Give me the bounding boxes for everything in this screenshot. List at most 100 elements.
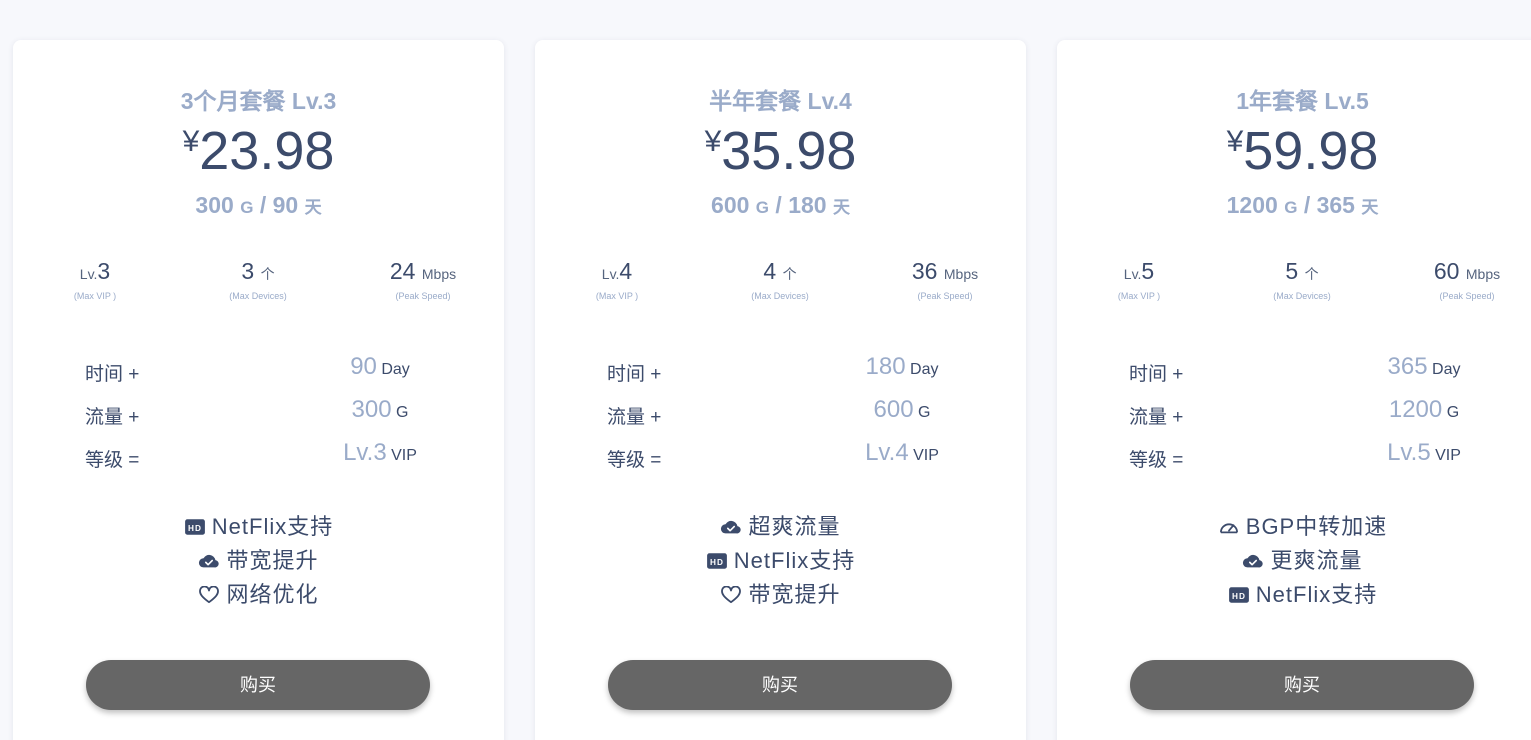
plan-title: 3个月套餐 Lv.3 xyxy=(180,88,337,114)
detail-unit: G xyxy=(1446,404,1460,421)
quota-days: 90 xyxy=(272,192,299,218)
detail-label: 时间 + xyxy=(1129,364,1184,385)
stat-caption: (Max Devices) xyxy=(229,291,287,301)
detail-row-level: 等级 = Lv.4 VIP xyxy=(607,439,967,482)
svg-text:HD: HD xyxy=(188,524,202,533)
quota-days-unit: 天 xyxy=(1361,198,1379,217)
plan-features: 超爽流量 HD NetFlix支持 带宽提升 xyxy=(535,510,1026,612)
stat-caption: (Peak Speed) xyxy=(917,291,973,301)
plan-details: 时间 + 90 Day 流量 + 300 G 等级 = Lv.3 VIP xyxy=(85,353,445,482)
feature-text: NetFlix支持 xyxy=(1255,582,1378,607)
stat-caption: (Max Devices) xyxy=(751,291,809,301)
feature-text: NetFlix支持 xyxy=(211,514,334,539)
currency-symbol: ¥ xyxy=(704,125,722,158)
quota-days: 365 xyxy=(1316,192,1355,218)
feature-item: BGP中转加速 xyxy=(1057,510,1531,544)
quota-days-unit: 天 xyxy=(304,198,322,217)
detail-label: 等级 = xyxy=(1129,450,1184,471)
plan-quota: 1200 G / 365 天 xyxy=(1057,192,1531,219)
stat-peak-speed: 36 Mbps (Peak Speed) xyxy=(875,258,1015,301)
plan-details: 时间 + 180 Day 流量 + 600 G 等级 = Lv.4 VIP xyxy=(607,353,967,482)
stat-suffix: Mbps xyxy=(1465,266,1501,282)
plan-features: HD NetFlix支持 带宽提升 网络优化 xyxy=(13,510,504,612)
detail-value: 1200 xyxy=(1388,396,1443,423)
stat-suffix: 个 xyxy=(782,266,797,282)
svg-text:HD: HD xyxy=(1232,592,1246,601)
quota-traffic: 1200 xyxy=(1226,192,1278,218)
detail-row-traffic: 流量 + 600 G xyxy=(607,396,967,439)
detail-value: 600 xyxy=(873,396,914,423)
stat-suffix: 个 xyxy=(260,266,275,282)
feature-text: 超爽流量 xyxy=(748,514,841,539)
quota-traffic-unit: G xyxy=(240,198,254,217)
quota-days: 180 xyxy=(788,192,827,218)
detail-row-traffic: 流量 + 1200 G xyxy=(1129,396,1489,439)
feature-text: 更爽流量 xyxy=(1270,548,1363,573)
stat-prefix: Lv. xyxy=(601,266,620,282)
plan-price: ¥59.98 xyxy=(1057,120,1531,182)
buy-button[interactable]: 购买 xyxy=(86,660,430,710)
buy-button[interactable]: 购买 xyxy=(608,660,952,710)
stat-caption: (Max Devices) xyxy=(1273,291,1331,301)
feature-item: HD NetFlix支持 xyxy=(13,510,504,544)
detail-row-level: 等级 = Lv.5 VIP xyxy=(1129,439,1489,482)
stat-max-devices: 5 个 (Max Devices) xyxy=(1232,258,1372,301)
detail-unit: G xyxy=(396,404,409,421)
plan-card: 3个月套餐 Lv.3 ¥23.98 300 G / 90 天 Lv.3 (Max… xyxy=(13,40,504,740)
detail-value: Lv.5 xyxy=(1387,439,1431,466)
detail-row-time: 时间 + 365 Day xyxy=(1129,353,1489,396)
stat-prefix: Lv. xyxy=(1123,266,1142,282)
detail-unit: VIP xyxy=(913,447,939,464)
stat-caption: (Peak Speed) xyxy=(395,291,451,301)
stat-max-devices: 4 个 (Max Devices) xyxy=(710,258,850,301)
detail-label: 流量 + xyxy=(1129,407,1184,428)
plan-quota: 300 G / 90 天 xyxy=(13,192,504,219)
detail-value: 300 xyxy=(351,396,392,423)
plan-details: 时间 + 365 Day 流量 + 1200 G 等级 = Lv.5 VIP xyxy=(1129,353,1489,482)
stat-value: 4 xyxy=(619,258,633,284)
detail-row-traffic: 流量 + 300 G xyxy=(85,396,445,439)
feature-text: 网络优化 xyxy=(226,582,319,607)
detail-row-time: 时间 + 90 Day xyxy=(85,353,445,396)
heart-icon xyxy=(720,580,742,604)
plan-title: 1年套餐 Lv.5 xyxy=(1236,88,1369,114)
price-amount: 23.98 xyxy=(199,121,335,181)
stat-peak-speed: 24 Mbps (Peak Speed) xyxy=(353,258,493,301)
stat-max-vip: Lv.4 (Max VIP ) xyxy=(547,258,687,301)
currency-symbol: ¥ xyxy=(182,125,200,158)
stat-caption: (Max VIP ) xyxy=(1117,291,1161,301)
detail-unit: VIP xyxy=(1435,447,1461,464)
detail-unit: VIP xyxy=(391,447,417,464)
detail-row-level: 等级 = Lv.3 VIP xyxy=(85,439,445,482)
detail-value: 180 xyxy=(865,353,906,380)
quota-traffic: 600 xyxy=(711,192,750,218)
stat-caption: (Max VIP ) xyxy=(595,291,639,301)
detail-label: 流量 + xyxy=(85,407,140,428)
plan-card: 1年套餐 Lv.5 ¥59.98 1200 G / 365 天 Lv.5 (Ma… xyxy=(1057,40,1531,740)
hd-icon: HD xyxy=(184,512,206,535)
pricing-cards: 3个月套餐 Lv.3 ¥23.98 300 G / 90 天 Lv.3 (Max… xyxy=(0,0,1531,740)
stat-value: 24 xyxy=(389,258,416,284)
price-amount: 59.98 xyxy=(1243,121,1379,181)
currency-symbol: ¥ xyxy=(1226,125,1244,158)
buy-button[interactable]: 购买 xyxy=(1130,660,1474,710)
plan-quota: 600 G / 180 天 xyxy=(535,192,1026,219)
stat-caption: (Max VIP ) xyxy=(73,291,117,301)
plan-price: ¥35.98 xyxy=(535,120,1026,182)
stat-suffix: 个 xyxy=(1304,266,1319,282)
stat-prefix: Lv. xyxy=(79,266,98,282)
svg-text:HD: HD xyxy=(710,558,724,567)
plan-stats: Lv.4 (Max VIP ) 4 个 (Max Devices) 36 Mbp… xyxy=(535,258,1026,308)
stat-value: 5 xyxy=(1285,258,1299,284)
cloud-check-icon xyxy=(1242,546,1264,568)
quota-traffic-unit: G xyxy=(755,198,770,217)
detail-label: 等级 = xyxy=(85,450,140,471)
detail-label: 等级 = xyxy=(607,450,662,471)
feature-item: 网络优化 xyxy=(13,578,504,612)
stat-suffix: Mbps xyxy=(943,266,979,282)
plan-stats: Lv.3 (Max VIP ) 3 个 (Max Devices) 24 Mbp… xyxy=(13,258,504,308)
stat-peak-speed: 60 Mbps (Peak Speed) xyxy=(1397,258,1531,301)
cloud-check-icon xyxy=(720,512,742,534)
detail-unit: G xyxy=(918,404,931,421)
detail-value: Lv.4 xyxy=(865,439,909,466)
